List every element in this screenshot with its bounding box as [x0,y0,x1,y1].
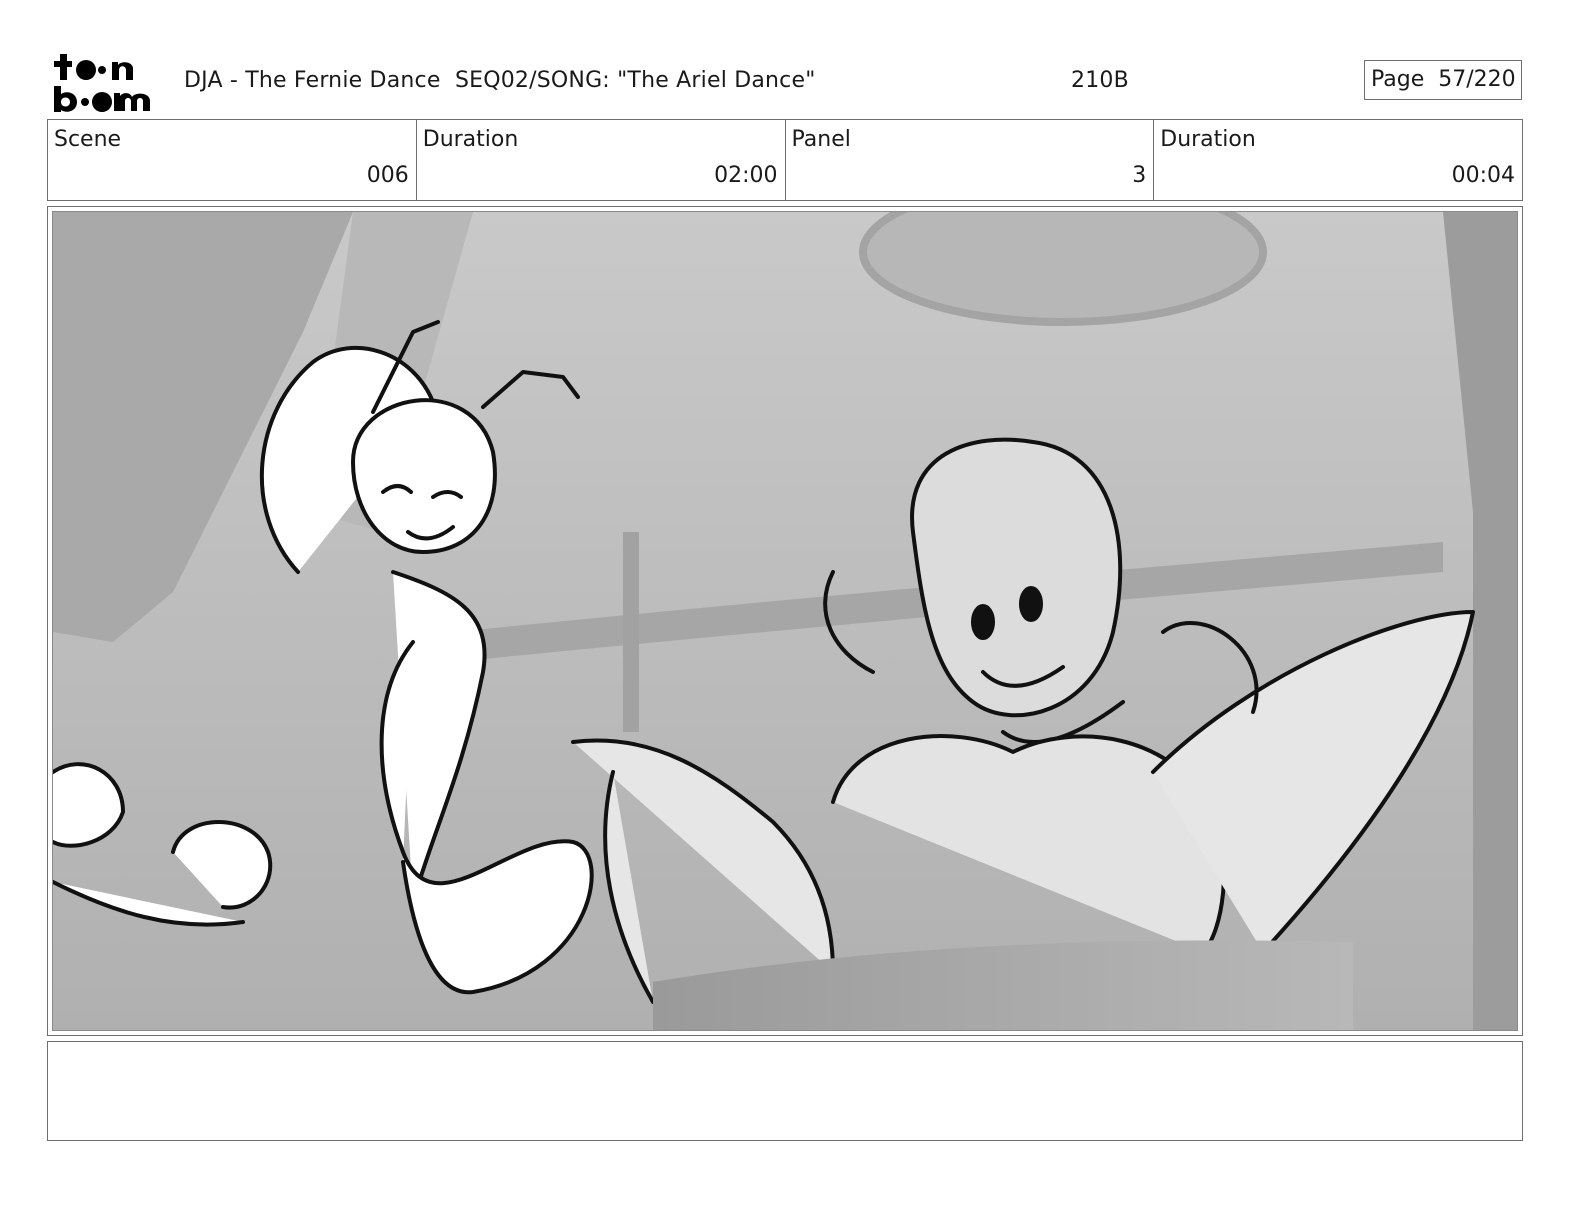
toonboom-logo-icon [54,54,150,112]
scene-duration-value: 02:00 [714,163,778,188]
logo-dot-small [98,66,106,74]
panel-duration-value: 00:04 [1451,163,1515,188]
panel-duration-label: Duration [1160,127,1256,152]
scene-info-table: Scene 006 Duration 02:00 Panel 3 Duratio… [47,119,1523,201]
octopus-eye-right [1019,586,1043,622]
octopus-eye-left [971,604,995,640]
scene-value: 006 [366,163,409,188]
storyboard-sketch-icon [53,212,1517,1030]
background-ring [859,212,1267,326]
logo-dot-large [76,60,96,80]
storyboard-panel-image [52,211,1518,1031]
logo-letter-t-bar [54,61,72,67]
scene-duration-cell: Duration 02:00 [415,120,785,200]
toonboom-logo [50,50,164,112]
scene-cell: Scene 006 [48,120,416,200]
sequence-code: 210B [1071,68,1129,93]
logo-dot-large-2 [92,92,112,112]
panel-value: 3 [1132,163,1147,188]
panel-frame [47,206,1523,1036]
panel-notes [47,1041,1523,1141]
logo-letter-b [54,86,77,112]
panel-label: Panel [791,127,851,152]
logo-letter-n [112,62,133,80]
page-number: Page 57/220 [1364,60,1522,100]
scene-duration-label: Duration [422,127,519,152]
mermaid-head [351,398,497,554]
document-title: DJA - The Fernie Dance SEQ02/SONG: "The … [184,68,816,93]
panel-cell: Panel 3 [784,120,1154,200]
logo-letter-m [114,93,150,111]
scene-label: Scene [54,127,122,152]
panel-duration-cell: Duration 00:04 [1153,120,1522,200]
logo-dot-small-2 [81,98,89,106]
background-stick [623,532,639,732]
